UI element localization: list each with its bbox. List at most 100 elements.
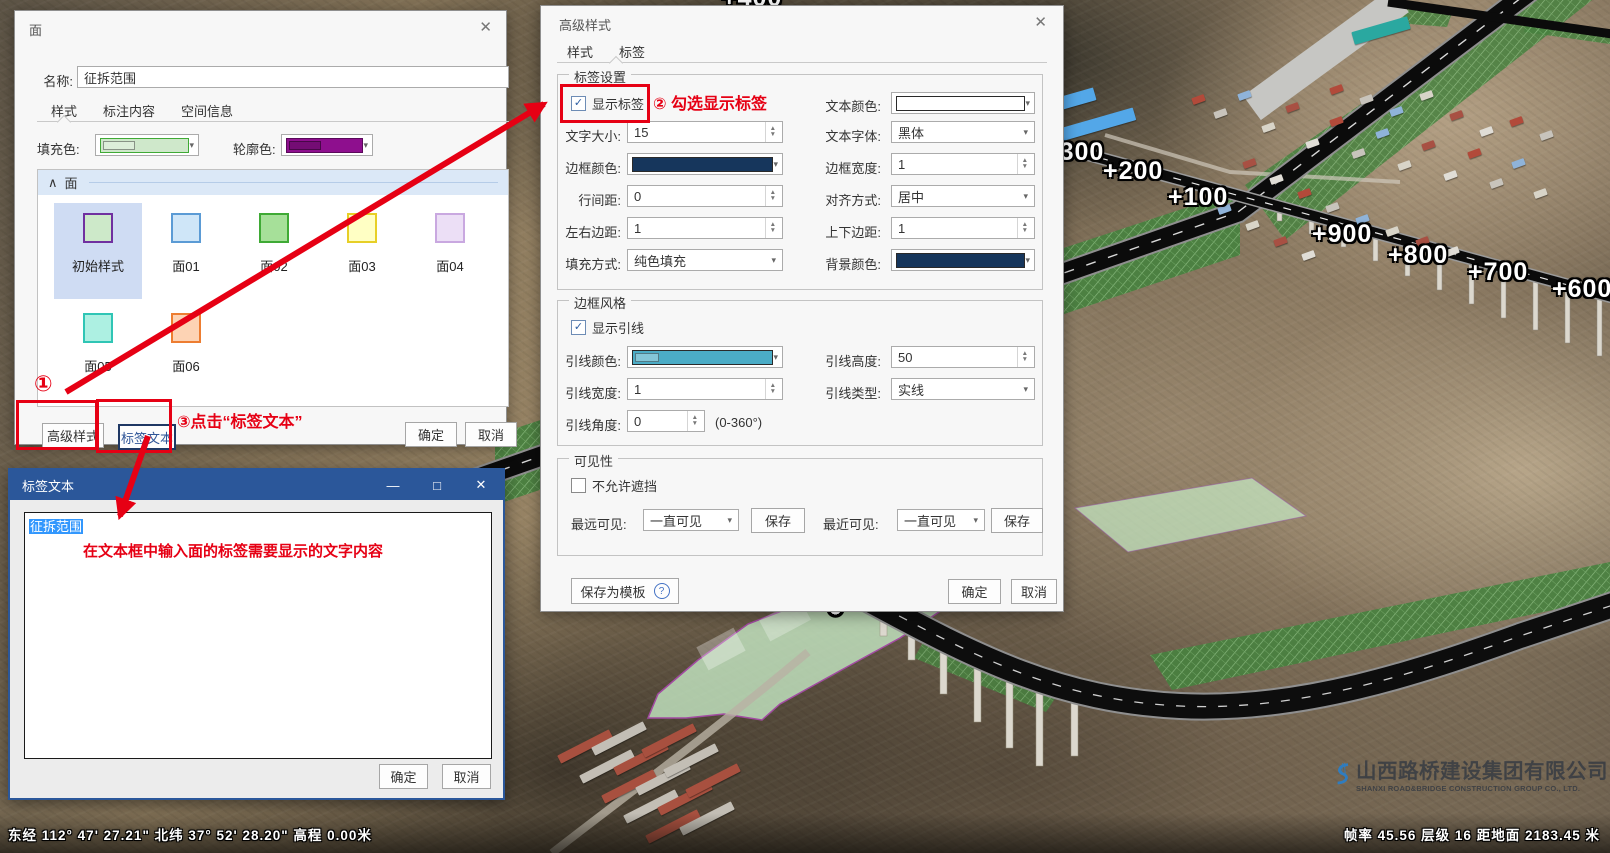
advanced-style-button[interactable]: 高级样式 bbox=[42, 423, 104, 448]
chainage-label: +200 bbox=[1103, 157, 1163, 186]
collapse-icon[interactable]: ∧ bbox=[48, 175, 58, 191]
show-leader-checkbox[interactable]: ✓ 显示引线 bbox=[571, 318, 644, 337]
tab-style[interactable]: 样式 bbox=[567, 42, 593, 61]
no-occlusion-checkbox[interactable]: 不允许遮挡 bbox=[571, 476, 657, 495]
maximize-icon[interactable]: □ bbox=[415, 470, 459, 500]
cancel-button[interactable]: 取消 bbox=[1011, 579, 1057, 604]
spinner-arrows-icon[interactable]: ▲▼ bbox=[1017, 218, 1028, 238]
label-settings-legend: 标签设置 bbox=[569, 67, 631, 86]
close-icon[interactable]: ✕ bbox=[1034, 15, 1047, 30]
font-label: 文本字体: bbox=[811, 126, 881, 145]
style-swatch[interactable]: 面03 bbox=[318, 203, 406, 299]
tab-label[interactable]: 标签 bbox=[619, 42, 645, 61]
bg-color-picker[interactable]: ▾ bbox=[891, 249, 1035, 271]
style-swatch[interactable]: 面01 bbox=[142, 203, 230, 299]
style-swatch[interactable]: 初始样式 bbox=[54, 203, 142, 299]
fill-color-picker[interactable]: ▾ bbox=[95, 134, 199, 156]
border-width-spinner[interactable]: 1 ▲▼ bbox=[891, 153, 1035, 175]
text-color-picker[interactable]: ▾ bbox=[891, 92, 1035, 114]
company-watermark: 山西路桥建设集团有限公司 SHANXI ROAD&BRIDGE CONSTRUC… bbox=[1332, 744, 1608, 802]
close-icon[interactable]: ✕ bbox=[479, 20, 492, 35]
minimize-icon[interactable]: — bbox=[371, 470, 415, 500]
swatch-label: 面04 bbox=[436, 256, 463, 275]
bg-color-label: 背景颜色: bbox=[811, 254, 881, 273]
fill-mode-dropdown[interactable]: 纯色填充 ▾ bbox=[627, 249, 783, 271]
screen: +400+300+200+100+900+800+700+600 山西路桥建设集… bbox=[0, 0, 1610, 853]
style-swatch[interactable]: 面05 bbox=[54, 303, 142, 399]
chainage-label: +800 bbox=[1388, 241, 1448, 270]
near-visible-dropdown[interactable]: 一直可见 ▾ bbox=[897, 509, 985, 531]
chevron-down-icon: ▾ bbox=[773, 352, 778, 363]
leader-type-label: 引线类型: bbox=[811, 383, 881, 402]
swatch-color-square bbox=[83, 213, 113, 243]
leader-color-label: 引线颜色: bbox=[553, 351, 621, 370]
name-input[interactable]: 征拆范围 bbox=[77, 66, 509, 88]
tab-spatial-info[interactable]: 空间信息 bbox=[181, 101, 233, 120]
spinner-arrows-icon[interactable]: ▲▼ bbox=[765, 122, 776, 142]
checkbox-unchecked-icon[interactable] bbox=[571, 478, 586, 493]
style-swatch-grid: 初始样式面01 面02 面03 面04 面05 面06 bbox=[38, 195, 508, 405]
chevron-down-icon: ▾ bbox=[1025, 98, 1030, 109]
chainage-label: +900 bbox=[1312, 220, 1372, 249]
style-section-header[interactable]: ∧ 面 bbox=[38, 170, 508, 195]
chevron-down-icon: ▾ bbox=[973, 515, 978, 526]
tab-annotation-content[interactable]: 标注内容 bbox=[103, 101, 155, 120]
leader-angle-spinner[interactable]: 0 ▲▼ bbox=[627, 410, 705, 432]
watermark-company-name: 山西路桥建设集团有限公司 bbox=[1356, 754, 1608, 784]
ok-button[interactable]: 确定 bbox=[948, 579, 1001, 604]
leader-type-dropdown[interactable]: 实线 ▾ bbox=[891, 378, 1035, 400]
cancel-button[interactable]: 取消 bbox=[442, 764, 491, 789]
style-swatch[interactable]: 面06 bbox=[142, 303, 230, 399]
spinner-arrows-icon[interactable]: ▲▼ bbox=[765, 186, 776, 206]
spinner-arrows-icon[interactable]: ▲▼ bbox=[765, 218, 776, 238]
label-text-button[interactable]: 标签文本 bbox=[118, 424, 176, 450]
v-margin-spinner[interactable]: 1 ▲▼ bbox=[891, 217, 1035, 239]
line-spacing-spinner[interactable]: 0 ▲▼ bbox=[627, 185, 783, 207]
ok-button[interactable]: 确定 bbox=[379, 764, 428, 789]
chevron-down-icon: ▾ bbox=[1023, 384, 1028, 395]
fill-color-label: 填充色: bbox=[37, 139, 80, 158]
checkbox-checked-icon[interactable]: ✓ bbox=[571, 320, 586, 335]
font-dropdown[interactable]: 黑体 ▾ bbox=[891, 121, 1035, 143]
save-as-template-button[interactable]: 保存为模板 ? bbox=[571, 578, 679, 604]
leader-color-picker[interactable]: ▾ bbox=[627, 346, 783, 368]
tab-underline bbox=[557, 62, 1047, 63]
cancel-button[interactable]: 取消 bbox=[465, 422, 517, 447]
leader-width-spinner[interactable]: 1 ▲▼ bbox=[627, 378, 783, 400]
show-label-checkbox[interactable]: ✓ 显示标签 bbox=[571, 94, 644, 113]
angle-hint: (0-360°) bbox=[715, 415, 762, 430]
near-save-button[interactable]: 保存 bbox=[991, 508, 1043, 533]
face-dialog: 面 ✕ 名称: 征拆范围 样式 标注内容 空间信息 填充色: ▾ 轮廓色: ▾ … bbox=[14, 10, 507, 445]
outline-color-picker[interactable]: ▾ bbox=[281, 134, 373, 156]
style-swatch[interactable]: 面02 bbox=[230, 203, 318, 299]
checkbox-checked-icon[interactable]: ✓ bbox=[571, 96, 586, 111]
h-margin-label: 左右边距: bbox=[553, 222, 621, 241]
swatch-color-square bbox=[83, 313, 113, 343]
outline-color-label: 轮廓色: bbox=[233, 139, 276, 158]
swatch-label: 面05 bbox=[84, 356, 111, 375]
ok-button[interactable]: 确定 bbox=[405, 422, 457, 447]
font-size-spinner[interactable]: 15 ▲▼ bbox=[627, 121, 783, 143]
close-icon[interactable]: ✕ bbox=[459, 470, 503, 500]
spinner-arrows-icon[interactable]: ▲▼ bbox=[1017, 347, 1028, 367]
leader-height-spinner[interactable]: 50 ▲▼ bbox=[891, 346, 1035, 368]
spinner-arrows-icon[interactable]: ▲▼ bbox=[687, 411, 698, 431]
chainage-label: +600 bbox=[1552, 275, 1610, 304]
section-rule bbox=[89, 182, 498, 183]
align-dropdown[interactable]: 居中 ▾ bbox=[891, 185, 1035, 207]
h-margin-spinner[interactable]: 1 ▲▼ bbox=[627, 217, 783, 239]
swatch-label: 面01 bbox=[172, 256, 199, 275]
watermark-company-name-en: SHANXI ROAD&BRIDGE CONSTRUCTION GROUP CO… bbox=[1356, 784, 1608, 793]
spinner-arrows-icon[interactable]: ▲▼ bbox=[1017, 154, 1028, 174]
swatch-label: 面03 bbox=[348, 256, 375, 275]
swatch-label: 面02 bbox=[260, 256, 287, 275]
far-visible-dropdown[interactable]: 一直可见 ▾ bbox=[643, 509, 739, 531]
help-icon[interactable]: ? bbox=[654, 583, 670, 599]
border-color-picker[interactable]: ▾ bbox=[627, 153, 783, 175]
selected-text: 征拆范围 bbox=[29, 519, 83, 534]
spinner-arrows-icon[interactable]: ▲▼ bbox=[765, 379, 776, 399]
near-visible-label: 最近可见: bbox=[823, 514, 879, 533]
swatch-color-square bbox=[171, 213, 201, 243]
far-save-button[interactable]: 保存 bbox=[751, 508, 805, 533]
style-swatch[interactable]: 面04 bbox=[406, 203, 494, 299]
